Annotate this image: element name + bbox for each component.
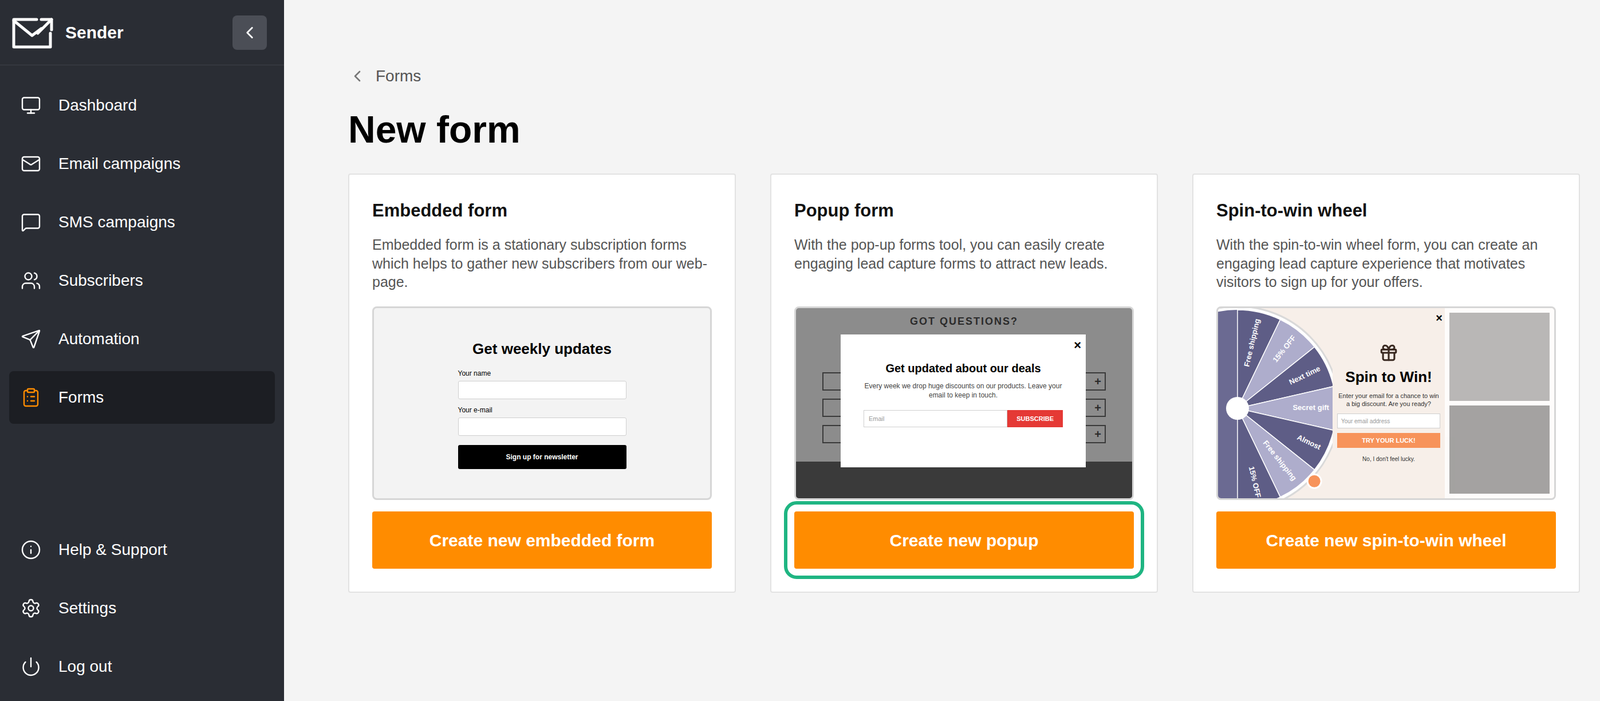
nav-icon <box>20 95 42 116</box>
product-photos <box>1444 308 1555 499</box>
card-title: Popup form <box>794 197 1134 225</box>
page-title: New form <box>348 108 1600 151</box>
gift-icon <box>1378 343 1399 363</box>
try-luck-button[interactable]: TRY YOUR LUCK! <box>1337 432 1441 448</box>
embedded-preview: Get weekly updatesYour nameYour e-mailSi… <box>372 306 712 500</box>
spin-preview: Free shipping15% OFFNext timeSecret gift… <box>1216 306 1556 500</box>
svg-text:Secret gift: Secret gift <box>1292 403 1330 413</box>
card-description: With the spin-to-win wheel form, you can… <box>1216 235 1556 300</box>
sidebar-header: Sender <box>0 0 285 66</box>
card-description: Embedded form is a stationary subscripti… <box>372 235 712 300</box>
subscribe-button[interactable]: SUBSCRIBE <box>1007 410 1063 428</box>
card-title: Embedded form <box>372 197 712 225</box>
svg-text:15% OFF: 15% OFF <box>1270 333 1298 365</box>
wheel-icon: Free shipping15% OFFNext timeSecret gift… <box>1218 308 1333 500</box>
nav-icon <box>20 211 42 233</box>
svg-text:15% OFF: 15% OFF <box>1247 465 1263 499</box>
nav-icon <box>20 539 42 561</box>
sidebar-item[interactable]: Email campaigns <box>9 137 275 191</box>
sidebar-item[interactable]: Dashboard <box>9 79 275 132</box>
svg-text:Almost: Almost <box>1295 432 1323 452</box>
app: Sender DashboardEmail campaignsSMS campai… <box>0 0 1600 701</box>
sidebar: Sender DashboardEmail campaignsSMS campai… <box>0 0 285 701</box>
popup-preview: GOT QUESTIONS?+++×Get updated about our … <box>794 306 1134 500</box>
nav-icon <box>20 387 42 408</box>
cards-row: Embedded form Embedded form is a stationa… <box>348 173 1600 594</box>
form-type-card: Popup form With the pop-up forms tool, yo… <box>770 173 1158 594</box>
breadcrumb[interactable]: Forms <box>348 64 1600 89</box>
email-input[interactable]: Email <box>863 410 1008 428</box>
close-button[interactable]: × <box>1073 335 1082 355</box>
email-input[interactable]: Your email address <box>1337 413 1441 429</box>
nav-icon <box>20 328 42 350</box>
create-button[interactable]: Create new popup <box>794 511 1134 569</box>
close-button[interactable]: × <box>1435 309 1443 327</box>
sidebar-item[interactable]: Automation <box>9 312 275 366</box>
nav-icon <box>20 153 42 175</box>
create-button[interactable]: Create new embedded form <box>372 511 712 569</box>
sidebar-nav: DashboardEmail campaignsSMS campaignsSub… <box>0 65 285 424</box>
nav-icon <box>20 270 42 291</box>
collapse-button[interactable] <box>232 15 267 50</box>
signup-button[interactable]: Sign up for newsletter <box>458 444 627 470</box>
svg-text:Free shipping: Free shipping <box>1242 317 1262 368</box>
main-content: Forms New form Embedded form Embedded form … <box>284 0 1600 701</box>
card-description: With the pop-up forms tool, you can easi… <box>794 235 1134 300</box>
sidebar-bottom-item[interactable]: Log out <box>9 640 275 693</box>
sidebar-bottom-item[interactable]: Help & Support <box>9 523 275 577</box>
sidebar-bottom-item[interactable]: Settings <box>9 581 275 635</box>
form-type-card: Embedded form Embedded form is a stationa… <box>348 173 736 594</box>
chevron-left-icon <box>348 67 367 86</box>
text-input[interactable] <box>458 417 627 436</box>
chevron-left-icon <box>239 22 260 43</box>
text-input[interactable] <box>458 380 627 400</box>
form-type-card: Spin-to-win wheel With the spin-to-win wh… <box>1192 173 1580 594</box>
sender-logo-icon <box>11 16 55 50</box>
sidebar-item[interactable]: SMS campaigns <box>9 195 275 249</box>
nav-icon <box>20 597 42 619</box>
sidebar-item[interactable]: Forms <box>9 371 275 424</box>
popup-modal: ×Get updated about our dealsEvery week w… <box>840 334 1086 468</box>
svg-text:Next time: Next time <box>1287 364 1322 387</box>
card-title: Spin-to-win wheel <box>1216 197 1556 225</box>
sidebar-item[interactable]: Subscribers <box>9 254 275 307</box>
create-button[interactable]: Create new spin-to-win wheel <box>1216 511 1556 569</box>
brand-name: Sender <box>65 19 124 46</box>
nav-icon <box>20 656 42 677</box>
